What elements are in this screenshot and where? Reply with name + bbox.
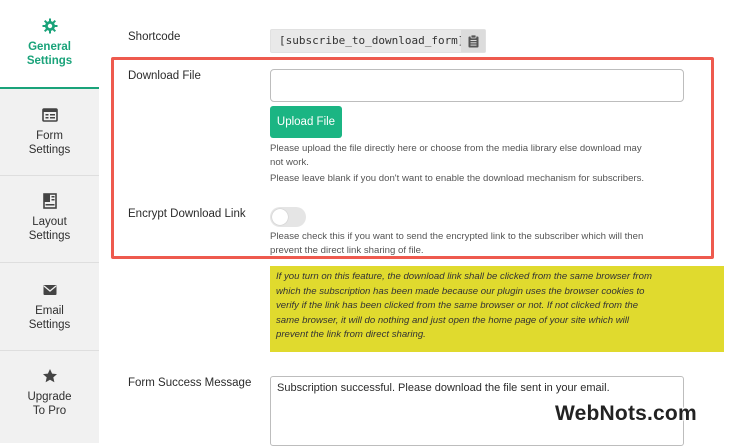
shortcode-value: [subscribe_to_download_form] — [279, 34, 465, 47]
download-file-help: Please upload the file directly here or … — [270, 142, 644, 186]
encryption-note: If you turn on this feature, the downloa… — [270, 266, 724, 352]
sidebar-item-form-settings[interactable]: Form Settings — [0, 89, 99, 176]
encrypt-link-toggle[interactable] — [270, 207, 306, 227]
help-text-line: Please check this if you want to send th… — [270, 231, 644, 242]
download-file-input[interactable] — [270, 69, 684, 102]
form-icon — [41, 108, 58, 122]
upload-file-button[interactable]: Upload File — [270, 106, 342, 138]
sidebar-item-label: Settings — [28, 230, 71, 242]
sidebar-item-upgrade-to-pro[interactable]: Upgrade To Pro — [0, 351, 99, 443]
note-line: verify if the link has been clicked from… — [276, 300, 639, 311]
form-success-label: Form Success Message — [128, 377, 252, 389]
help-text-line: Please leave blank if you don't want to … — [270, 173, 645, 184]
shortcode-field[interactable]: [subscribe_to_download_form] — [270, 29, 486, 53]
sidebar-item-label: Layout — [32, 216, 67, 228]
note-line: If you turn on this feature, the downloa… — [276, 271, 652, 282]
settings-sidebar: General Settings Form Settings Layout Se… — [0, 0, 99, 443]
settings-main-panel: Shortcode [subscribe_to_download_form] D… — [99, 0, 737, 446]
sidebar-item-label: To Pro — [32, 405, 67, 417]
help-text-line: Please upload the file directly here or … — [270, 143, 642, 154]
help-text-line: prevent the direct link sharing of file. — [270, 244, 424, 256]
sidebar-item-label: Upgrade — [27, 391, 72, 403]
layout-icon — [42, 193, 57, 209]
gear-icon — [42, 18, 57, 34]
sidebar-item-general-settings[interactable]: General Settings — [0, 0, 99, 89]
shortcode-label: Shortcode — [128, 31, 181, 43]
note-line: which the subscription has been made bec… — [276, 285, 645, 297]
toggle-knob — [272, 209, 288, 225]
sidebar-item-label: Form — [36, 130, 63, 142]
download-file-label: Download File — [128, 70, 201, 82]
sidebar-item-layout-settings[interactable]: Layout Settings — [0, 176, 99, 263]
help-text-line: not work. — [270, 156, 309, 168]
note-line: prevent the link from direct sharing. — [276, 329, 426, 340]
encrypt-link-help: Please check this if you want to send th… — [270, 230, 643, 257]
sidebar-item-label: Email — [35, 305, 64, 317]
envelope-icon — [43, 285, 56, 295]
encrypt-link-label: Encrypt Download Link — [128, 208, 246, 220]
sidebar-item-label: Settings — [26, 55, 73, 67]
note-line: same browser, it will do nothing and jus… — [276, 314, 630, 326]
copy-shortcode-button[interactable] — [461, 30, 485, 52]
sidebar-item-email-settings[interactable]: Email Settings — [0, 263, 99, 351]
star-icon — [42, 369, 57, 383]
clipboard-icon — [468, 34, 478, 47]
sidebar-item-label: Settings — [28, 319, 71, 331]
sidebar-item-label: General — [28, 41, 71, 53]
sidebar-item-label: Settings — [28, 144, 71, 156]
webnots-watermark: WebNots.com — [555, 402, 697, 425]
